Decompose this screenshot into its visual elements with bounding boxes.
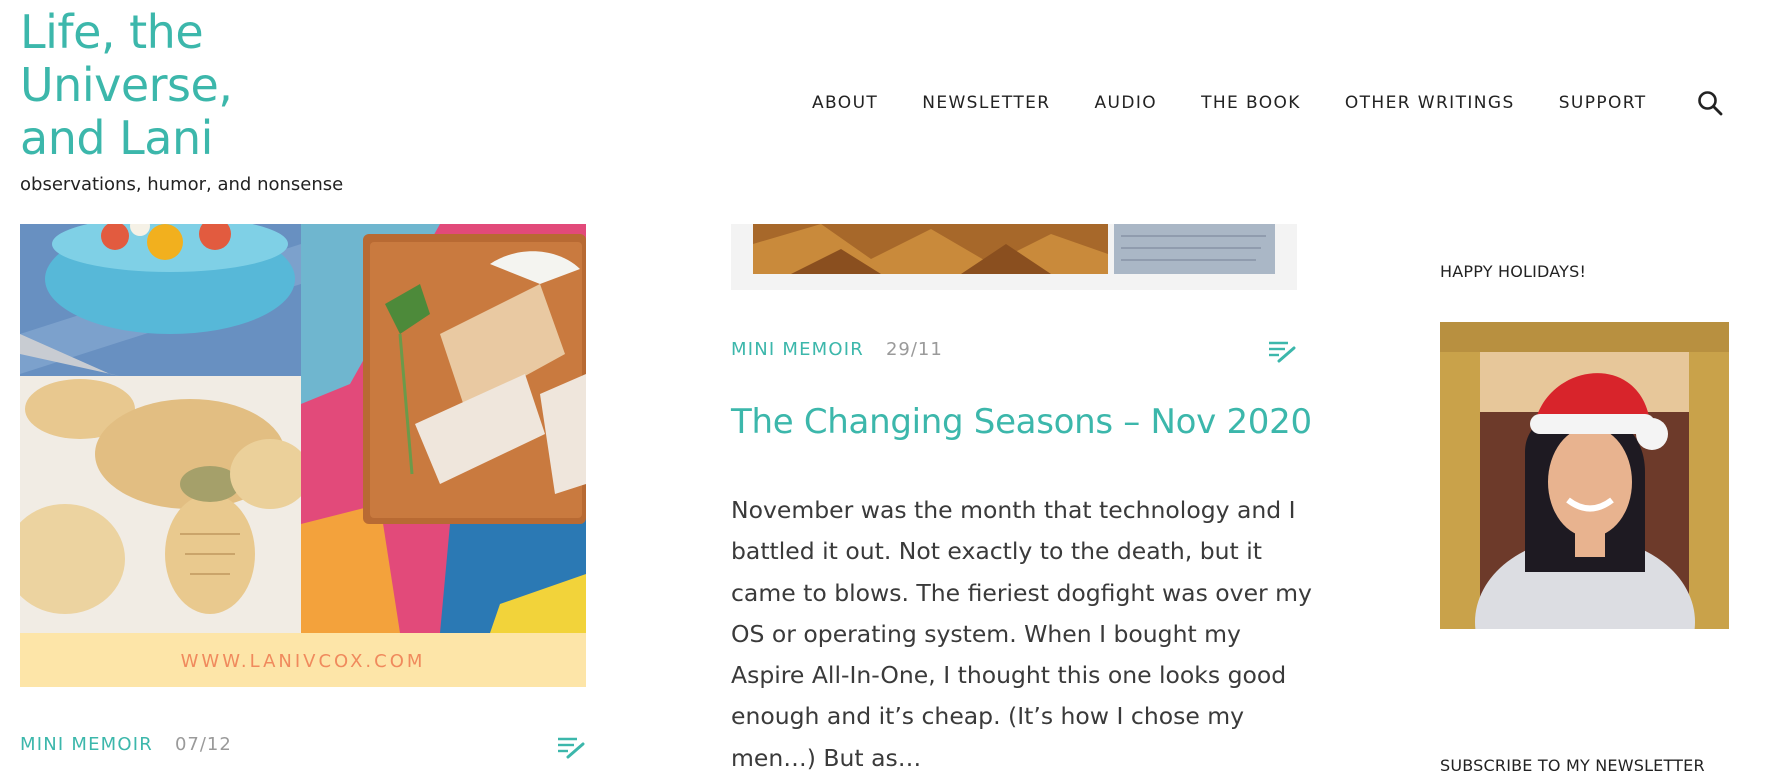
holiday-photo (1440, 322, 1729, 629)
page: Life, the Universe, and Lani observation… (0, 0, 1774, 779)
image-caption: WWW.LANIVCOX.COM (181, 651, 426, 672)
post-category-link[interactable]: MINI MEMOIR (731, 339, 864, 360)
nav-item-support[interactable]: SUPPORT (1559, 93, 1647, 113)
nav-item-audio[interactable]: AUDIO (1095, 93, 1158, 113)
post-featured-image[interactable] (731, 224, 1297, 290)
post-excerpt: November was the month that technology a… (731, 496, 1312, 772)
site-title[interactable]: Life, the Universe, and Lani (20, 6, 320, 165)
post-featured-image[interactable]: WWW.LANIVCOX.COM (20, 224, 586, 687)
post-date: 29/11 (885, 339, 943, 360)
nav-item-newsletter[interactable]: NEWSLETTER (922, 93, 1050, 113)
post-title-link[interactable]: The Changing Seasons – Nov 2020 (731, 402, 1331, 442)
widget-title-holidays: HAPPY HOLIDAYS! (1440, 262, 1587, 281)
nav-item-other-writings[interactable]: OTHER WRITINGS (1345, 93, 1515, 113)
post-date: 07/12 (174, 734, 232, 755)
nav-item-the-book[interactable]: THE BOOK (1201, 93, 1301, 113)
edit-lines-icon[interactable] (557, 736, 585, 760)
site-tagline: observations, humor, and nonsense (20, 174, 344, 195)
edit-lines-icon[interactable] (1268, 340, 1296, 364)
widget-title-newsletter: SUBSCRIBE TO MY NEWSLETTER (1440, 756, 1705, 775)
search-icon[interactable] (1697, 90, 1723, 116)
nav-item-about[interactable]: ABOUT (812, 93, 878, 113)
post-meta: MINI MEMOIR 07/12 (20, 734, 232, 755)
main-nav: ABOUT NEWSLETTER AUDIO THE BOOK OTHER WR… (812, 93, 1691, 113)
post-meta: MINI MEMOIR 29/11 (731, 339, 943, 360)
post-category-link[interactable]: MINI MEMOIR (20, 734, 153, 755)
